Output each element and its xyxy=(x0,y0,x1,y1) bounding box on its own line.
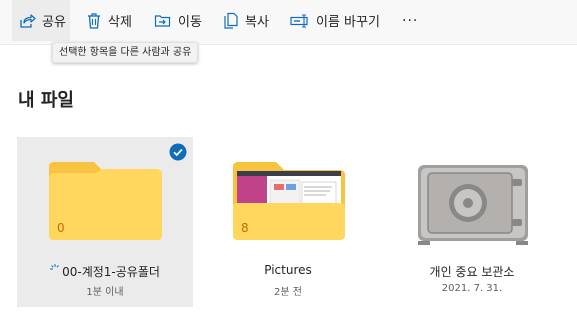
copy-icon xyxy=(223,12,239,30)
rename-icon xyxy=(290,13,310,29)
move-label: 이동 xyxy=(178,15,202,30)
file-tile-personal-vault[interactable]: 개인 중요 보관소 2021. 7. 31. xyxy=(384,137,560,307)
delete-label: 삭제 xyxy=(108,15,132,30)
pictures-folder-icon xyxy=(233,162,345,240)
folder-icon xyxy=(49,162,162,240)
rename-button[interactable]: 이름 바꾸기 xyxy=(290,0,380,41)
move-to-folder-icon xyxy=(154,13,172,29)
share-button[interactable]: 공유 xyxy=(12,0,70,41)
share-label: 공유 xyxy=(42,15,66,30)
more-icon: ··· xyxy=(402,12,419,29)
page-title: 내 파일 xyxy=(18,90,74,111)
folder-item-count: 0 xyxy=(57,221,65,235)
rename-label: 이름 바꾸기 xyxy=(316,15,380,30)
move-button[interactable]: 이동 xyxy=(154,0,202,41)
share-tooltip: 선택한 항목을 다른 사람과 공유 xyxy=(52,42,199,63)
file-name: 00-계정1-공유폴더 xyxy=(17,263,193,280)
command-bar: 공유 삭제 이동 복사 이름 바꾸기 ··· xyxy=(0,0,577,45)
trash-icon xyxy=(86,12,102,30)
vault-icon xyxy=(418,165,528,245)
folder-item-count: 8 xyxy=(241,221,249,235)
file-modified-time: 2분 전 xyxy=(274,287,302,298)
copy-label: 복사 xyxy=(245,15,269,30)
share-icon xyxy=(18,12,36,30)
file-name-text: 00-계정1-공유폴더 xyxy=(62,265,160,279)
new-item-sparkle-icon xyxy=(50,263,59,269)
more-options-button[interactable]: ··· xyxy=(402,0,418,41)
file-modified-time: 2021. 7. 31. xyxy=(441,283,503,294)
copy-button[interactable]: 복사 xyxy=(223,0,269,41)
file-modified-time: 1분 이내 xyxy=(86,287,124,298)
file-tile-pictures[interactable]: 8 Pictures 2분 전 xyxy=(200,137,376,307)
file-name: 개인 중요 보관소 xyxy=(429,265,515,279)
selected-check-icon[interactable] xyxy=(169,143,187,161)
file-name: Pictures xyxy=(264,263,312,277)
delete-button[interactable]: 삭제 xyxy=(86,0,132,41)
file-tile-shared-folder[interactable]: 0 00-계정1-공유폴더 1분 이내 xyxy=(17,137,193,307)
